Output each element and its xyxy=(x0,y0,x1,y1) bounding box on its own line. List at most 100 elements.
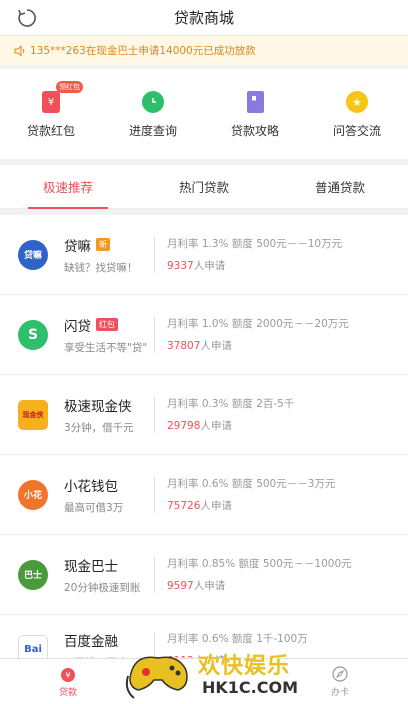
loan-name-wrap: 现金巴士 xyxy=(64,555,156,575)
loan-list: 贷嘛 贷嘛 新 缺钱？找贷嘛！ 月利率 1.3% 额度 500元－－10万元 9… xyxy=(0,215,408,685)
loan-name: 贷嘛 xyxy=(64,238,91,255)
apply-suffix: 人申请 xyxy=(200,420,232,432)
apply-suffix: 人申请 xyxy=(200,340,232,352)
loan-info: 闪贷 红包 享受生活不等"贷" xyxy=(64,315,156,355)
bottom-nav: ¥ 贷款 办卡 xyxy=(0,658,408,704)
apply-suffix: 人申请 xyxy=(193,260,226,272)
loan-rate: 月利率 0.85% 额度 500元－－1000元 xyxy=(167,558,352,570)
apply-number: 9597 xyxy=(167,580,194,592)
compass-icon xyxy=(332,666,348,682)
loan-name: 现金巴士 xyxy=(64,558,118,575)
loan-rate: 月利率 1.0% 额度 2000元－－20万元 xyxy=(167,318,349,330)
daima-logo-icon: 贷嘛 xyxy=(18,239,48,270)
quick-item-progress[interactable]: 进度查询 xyxy=(102,69,204,159)
loan-tag: 红包 xyxy=(96,318,118,331)
divider xyxy=(154,236,155,273)
loan-row-xiaohua[interactable]: 小花 小花钱包 最高可借3万 月利率 0.6% 额度 500元－－3万元 757… xyxy=(0,455,408,535)
loan-desc: 享受生活不等"贷" xyxy=(64,341,148,354)
quick-badge: 领红包 xyxy=(56,81,83,93)
loan-apply-count: 37807人申请 xyxy=(167,338,349,353)
nav-middle[interactable] xyxy=(136,659,272,704)
quick-menu: ¥ 领红包 贷款红包 进度查询 贷款攻略 ★ 问答交流 xyxy=(0,69,408,159)
svg-text:¥: ¥ xyxy=(65,671,70,680)
loan-rate: 月利率 0.3% 额度 2百-5千 xyxy=(167,398,295,410)
book-icon xyxy=(246,91,264,113)
loan-row-shandai[interactable]: S 闪贷 红包 享受生活不等"贷" 月利率 1.0% 额度 2000元－－20万… xyxy=(0,295,408,375)
loan-rate: 月利率 0.6% 额度 500元－－3万元 xyxy=(167,478,336,490)
apply-number: 29798 xyxy=(167,420,201,432)
loan-name-wrap: 小花钱包 xyxy=(64,475,156,495)
loan-name-wrap: 闪贷 红包 xyxy=(64,315,156,335)
quick-label: 贷款攻略 xyxy=(230,124,279,138)
moneybag-icon: ¥ xyxy=(61,668,75,682)
loan-apply-count: 29798人申请 xyxy=(167,418,294,433)
page-title: 贷款商城 xyxy=(173,9,234,27)
apply-suffix: 人申请 xyxy=(200,500,232,512)
clock-icon xyxy=(142,91,164,113)
loan-apply-count: 75726人申请 xyxy=(167,498,335,513)
divider xyxy=(154,476,155,513)
loan-desc: 最高可借3万 xyxy=(64,501,124,514)
notice-text: 135***263在现金巴士申请14000元已成功放款 xyxy=(30,45,256,57)
loan-info: 贷嘛 新 缺钱？找贷嘛！ xyxy=(64,235,156,275)
apply-number: 75726 xyxy=(167,500,201,512)
refresh-icon[interactable] xyxy=(16,7,38,29)
nav-label: 办卡 xyxy=(330,688,349,698)
nav-label: 贷款 xyxy=(58,688,77,698)
redpacket-icon: ¥ xyxy=(42,91,60,113)
loan-meta: 月利率 1.0% 额度 2000元－－20万元 37807人申请 xyxy=(167,316,349,353)
xianjinxia-logo-icon: 现金侠 xyxy=(18,399,48,430)
loan-name-wrap: 极速现金侠 xyxy=(64,395,156,415)
xiaohua-logo-icon: 小花 xyxy=(18,479,48,510)
nav-card[interactable]: 办卡 xyxy=(272,659,408,704)
speaker-icon xyxy=(14,44,25,57)
tab-normal-loans[interactable]: 普通贷款 xyxy=(272,165,408,208)
apply-suffix: 人申请 xyxy=(193,580,226,592)
loan-apply-count: 9337人申请 xyxy=(167,258,342,273)
apply-number: 9337 xyxy=(167,260,194,272)
header: 贷款商城 xyxy=(0,0,408,36)
notice-bar: 135***263在现金巴士申请14000元已成功放款 xyxy=(0,36,408,65)
divider xyxy=(154,556,155,593)
quick-item-qa[interactable]: ★ 问答交流 xyxy=(306,69,408,159)
tab-bar: 极速推荐 热门贷款 普通贷款 xyxy=(0,165,408,209)
loan-name: 极速现金侠 xyxy=(64,398,132,415)
loan-meta: 月利率 0.6% 额度 500元－－3万元 75726人申请 xyxy=(167,476,335,513)
loan-tag: 新 xyxy=(96,238,110,251)
loan-info: 小花钱包 最高可借3万 xyxy=(64,475,156,515)
quick-item-guide[interactable]: 贷款攻略 xyxy=(204,69,306,159)
loan-rate: 月利率 0.6% 额度 1千-100万 xyxy=(167,633,308,645)
tab-hot-loans[interactable]: 热门贷款 xyxy=(136,165,272,208)
loan-name: 闪贷 xyxy=(64,318,91,335)
loan-name-wrap: 百度金融 xyxy=(64,630,156,650)
loan-name: 小花钱包 xyxy=(64,478,118,495)
xianjinbashi-logo-icon: 巴士 xyxy=(18,559,48,590)
loan-info: 现金巴士 20分钟极速到账 xyxy=(64,555,156,595)
loan-info: 极速现金侠 3分钟，借千元 xyxy=(64,395,156,435)
star-icon: ★ xyxy=(346,91,368,113)
loan-meta: 月利率 1.3% 额度 500元－－10万元 9337人申请 xyxy=(167,236,342,273)
loan-name: 百度金融 xyxy=(64,633,118,650)
loan-desc: 20分钟极速到账 xyxy=(64,581,141,594)
loan-row-xianjinbashi[interactable]: 巴士 现金巴士 20分钟极速到账 月利率 0.85% 额度 500元－－1000… xyxy=(0,535,408,615)
loan-desc: 缺钱？找贷嘛！ xyxy=(64,261,138,274)
loan-apply-count: 9597人申请 xyxy=(167,578,352,593)
tab-fast-recommend[interactable]: 极速推荐 xyxy=(0,165,136,209)
apply-number: 37807 xyxy=(167,340,201,352)
shandai-logo-icon: S xyxy=(18,319,48,350)
loan-row-daima[interactable]: 贷嘛 贷嘛 新 缺钱？找贷嘛！ 月利率 1.3% 额度 500元－－10万元 9… xyxy=(0,215,408,295)
quick-item-redpacket[interactable]: ¥ 领红包 贷款红包 xyxy=(0,69,102,159)
loan-rate: 月利率 1.3% 额度 500元－－10万元 xyxy=(167,238,343,250)
divider xyxy=(154,396,155,433)
loan-meta: 月利率 0.3% 额度 2百-5千 29798人申请 xyxy=(167,396,294,433)
loan-name-wrap: 贷嘛 新 xyxy=(64,235,156,255)
loan-meta: 月利率 0.85% 额度 500元－－1000元 9597人申请 xyxy=(167,556,352,593)
quick-label: 问答交流 xyxy=(332,124,381,138)
loan-row-xianjinxia[interactable]: 现金侠 极速现金侠 3分钟，借千元 月利率 0.3% 额度 2百-5千 2979… xyxy=(0,375,408,455)
nav-loan[interactable]: ¥ 贷款 xyxy=(0,659,136,704)
divider xyxy=(154,316,155,353)
loan-desc: 3分钟，借千元 xyxy=(64,421,134,434)
app-root: 贷款商城 135***263在现金巴士申请14000元已成功放款 ¥ 领红包 贷… xyxy=(0,0,408,704)
quick-label: 贷款红包 xyxy=(26,124,75,138)
quick-label: 进度查询 xyxy=(128,124,177,138)
